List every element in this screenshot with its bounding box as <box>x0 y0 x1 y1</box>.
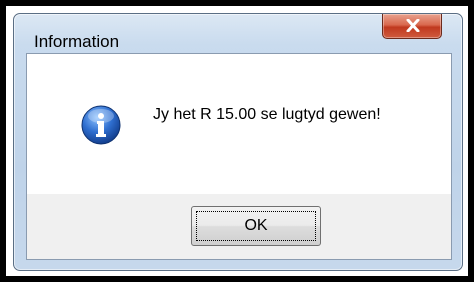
message-dialog: Information Jy het R 15.00 se lugtyd gew… <box>13 13 463 271</box>
message-area: Jy het R 15.00 se lugtyd gewen! <box>27 54 451 194</box>
close-button[interactable] <box>382 14 442 39</box>
screenshot-border: Information Jy het R 15.00 se lugtyd gew… <box>0 0 474 282</box>
dialog-message: Jy het R 15.00 se lugtyd gewen! <box>153 106 381 123</box>
ok-button-label: OK <box>196 211 316 241</box>
close-icon <box>406 19 420 32</box>
title-bar[interactable]: Information <box>14 14 462 52</box>
dialog-title: Information <box>34 32 120 51</box>
information-icon <box>81 105 121 145</box>
ok-button[interactable]: OK <box>191 206 321 246</box>
dialog-body: Jy het R 15.00 se lugtyd gewen! OK <box>26 53 452 260</box>
screenshot-canvas: Information Jy het R 15.00 se lugtyd gew… <box>0 0 476 284</box>
